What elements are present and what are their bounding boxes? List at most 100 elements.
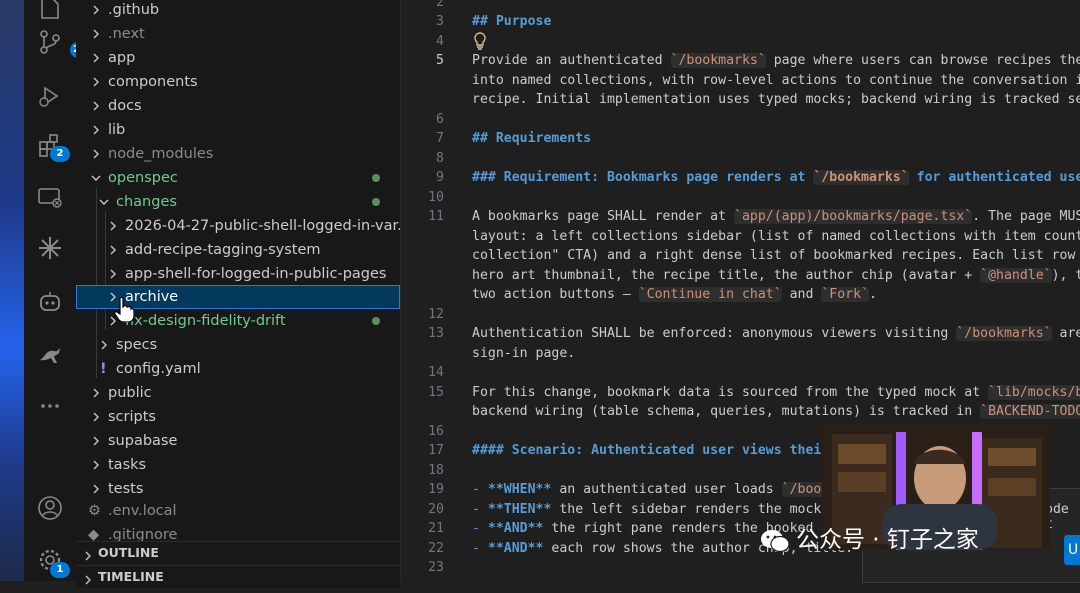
line-number: 14 xyxy=(428,365,444,380)
tree-item-label: tasks xyxy=(108,457,147,473)
line-number xyxy=(401,227,444,247)
outline-section-header[interactable]: OUTLINE xyxy=(76,541,400,564)
tree-item-components[interactable]: components xyxy=(76,70,400,94)
text: layout: a left collections sidebar (list… xyxy=(472,228,1080,244)
inline-code: `/bookmarks` xyxy=(956,326,1052,341)
text: For this change, bookmark data is source… xyxy=(472,385,989,400)
line-number xyxy=(401,246,444,266)
text: ), th xyxy=(1051,267,1080,283)
modified-dot xyxy=(372,198,380,206)
outline-label: OUTLINE xyxy=(98,545,159,560)
text: Provide an authenticated xyxy=(472,53,671,68)
tree-item-github[interactable]: .github xyxy=(76,0,400,22)
code-line: - **WHEN** an authenticated user loads `… xyxy=(472,480,830,500)
line-number: 6 xyxy=(436,111,444,127)
text: backend wiring (table schema, queries, m… xyxy=(472,404,981,419)
tree-item-node-modules[interactable]: node_modules xyxy=(76,142,400,166)
kangaroo-icon[interactable] xyxy=(36,340,64,368)
chevron-right-icon xyxy=(107,262,121,286)
bold-keyword: **THEN** xyxy=(487,502,552,517)
source-control-icon[interactable] xyxy=(36,28,64,56)
tree-item-add-recipe-tagging[interactable]: add-recipe-tagging-system xyxy=(76,238,400,262)
text: Authentication SHALL be enforced: anonym… xyxy=(472,326,957,341)
tree-item-lib[interactable]: lib xyxy=(76,118,400,142)
line-number: 10 xyxy=(428,189,444,205)
line-number: 13 xyxy=(428,326,444,341)
code-line: ### Requirement: Bookmarks page renders … xyxy=(472,168,1080,188)
code-line: For this change, bookmark data is source… xyxy=(472,383,1080,403)
tree-item-next[interactable]: .next xyxy=(76,22,400,46)
line-number xyxy=(401,285,444,305)
tree-item-label: supabase xyxy=(108,433,178,449)
tree-item-label: config.yaml xyxy=(116,361,201,377)
line-number xyxy=(401,266,444,286)
tree-item-supabase[interactable]: supabase xyxy=(76,429,400,453)
tree-item-changes[interactable]: changes xyxy=(76,190,400,214)
explorer-icon[interactable] xyxy=(36,0,64,22)
line-number: 19 xyxy=(428,482,444,497)
code-line: two action buttons — `Continue in chat` … xyxy=(472,285,877,305)
settings-badge: 1 xyxy=(50,562,70,578)
text: and xyxy=(781,287,822,302)
chevron-right-icon xyxy=(90,381,104,405)
line-number: 12 xyxy=(428,306,444,322)
timeline-section-header[interactable]: TIMELINE xyxy=(76,565,400,588)
lightbulb-icon[interactable] xyxy=(472,32,488,50)
line-number xyxy=(401,90,444,110)
inline-code: `Continue in chat` xyxy=(638,287,782,302)
tree-item-label: changes xyxy=(116,194,177,210)
asterisk-icon[interactable] xyxy=(36,234,64,262)
tree-item-config-yaml[interactable]: ! config.yaml xyxy=(76,357,400,381)
heading-requirements: ## Requirements xyxy=(472,131,592,146)
line-number: 17 xyxy=(428,443,444,458)
code-line: into named collections, with row-level a… xyxy=(472,71,1080,91)
line-number: 21 xyxy=(428,521,444,536)
inline-code: `lib/mocks/bo xyxy=(988,385,1080,400)
chevron-right-icon xyxy=(90,429,104,453)
tree-item-label: .next xyxy=(108,26,145,42)
code-line: collection" CTA) and a right dense list … xyxy=(472,246,1080,266)
tree-item-label: openspec xyxy=(108,170,178,186)
tree-item-tests[interactable]: tests xyxy=(76,477,400,501)
tree-item-openspec[interactable]: openspec xyxy=(76,166,400,190)
bullet: - xyxy=(472,521,488,536)
tree-item-app-shell[interactable]: app-shell-for-logged-in-public-pages xyxy=(76,262,400,286)
chevron-right-icon xyxy=(90,46,104,70)
tree-item-public-shell[interactable]: 2026-04-27-public-shell-logged-in-var... xyxy=(76,214,400,238)
chevron-right-icon xyxy=(90,94,104,118)
line-number: 8 xyxy=(436,150,444,166)
watermark-text: 公众号 · 钉子之家 xyxy=(796,527,979,553)
tree-item-docs[interactable]: docs xyxy=(76,94,400,118)
text: A bookmarks page SHALL render at xyxy=(472,209,735,224)
tree-item-label: public xyxy=(108,385,152,401)
line-number: 16 xyxy=(428,423,444,439)
code-line: Provide an authenticated `/bookmarks` pa… xyxy=(472,51,1080,71)
chevron-right-icon xyxy=(98,333,112,357)
tree-item-app[interactable]: app xyxy=(76,46,400,70)
tree-item-specs[interactable]: specs xyxy=(76,333,400,357)
tree-item-label: node_modules xyxy=(108,146,214,162)
line-number: 20 xyxy=(428,501,444,517)
panel-action-button[interactable]: U xyxy=(1064,535,1080,565)
tree-item-scripts[interactable]: scripts xyxy=(76,405,400,429)
chevron-right-icon xyxy=(107,214,121,238)
tree-item-label: app xyxy=(108,50,136,66)
accounts-icon[interactable] xyxy=(36,494,64,522)
code-line: ## Requirements xyxy=(472,129,591,149)
run-debug-icon[interactable] xyxy=(36,82,64,110)
remote-explorer-icon[interactable] xyxy=(36,184,64,212)
chevron-right-icon xyxy=(90,453,104,477)
copilot-icon[interactable] xyxy=(36,288,64,316)
timeline-label: TIMELINE xyxy=(98,569,164,584)
more-icon[interactable] xyxy=(36,392,64,420)
code-line: A bookmarks page SHALL render at `app/(a… xyxy=(472,207,1080,227)
chevron-right-icon xyxy=(82,547,94,561)
tree-item-public[interactable]: public xyxy=(76,381,400,405)
code-line: Authentication SHALL be enforced: anonym… xyxy=(472,324,1080,344)
text: page where users can browse recipes they xyxy=(765,53,1080,68)
tree-item-tasks[interactable]: tasks xyxy=(76,453,400,477)
text: into named collections, with row-level a… xyxy=(472,72,1080,88)
tree-item-label: scripts xyxy=(108,409,156,425)
tree-item-env-local[interactable]: ⚙ .env.local xyxy=(76,499,400,523)
tree-item-label: .env.local xyxy=(108,503,177,519)
